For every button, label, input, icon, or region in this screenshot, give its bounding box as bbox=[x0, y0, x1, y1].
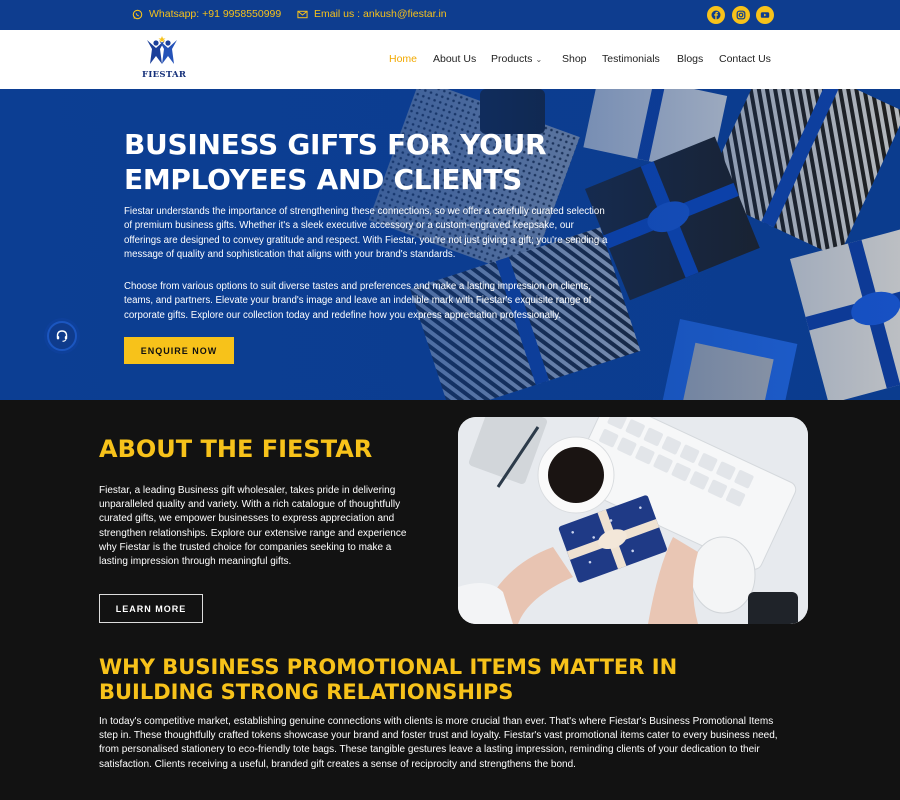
email-text: Email us : ankush@fiestar.in bbox=[314, 8, 447, 20]
top-bar: Whatsapp: +91 9958550999 Email us : anku… bbox=[0, 0, 900, 30]
why-promotional-paragraph: In today's competitive market, establish… bbox=[99, 716, 778, 770]
nav-products[interactable]: Products ⌄ bbox=[491, 53, 542, 65]
learn-more-button[interactable]: LEARN MORE bbox=[99, 594, 203, 623]
instagram-icon[interactable] bbox=[732, 6, 750, 24]
nav-testimonials[interactable]: Testimonials bbox=[602, 53, 660, 65]
about-section: ABOUT THE FIESTAR Fiestar, a leading Bus… bbox=[0, 400, 900, 800]
nav-blogs[interactable]: Blogs bbox=[677, 53, 703, 65]
facebook-icon[interactable] bbox=[707, 6, 725, 24]
mail-icon bbox=[297, 10, 308, 18]
hero-paragraph-2: Choose from various options to suit dive… bbox=[124, 281, 592, 321]
hero-paragraph-1: Fiestar understands the importance of st… bbox=[124, 206, 608, 261]
youtube-icon[interactable] bbox=[756, 6, 774, 24]
nav-shop[interactable]: Shop bbox=[562, 53, 587, 65]
about-title: ABOUT THE FIESTAR bbox=[99, 435, 373, 463]
hero-banner: BUSINESS GIFTS FOR YOUR EMPLOYEES AND CL… bbox=[0, 89, 900, 400]
whatsapp-icon bbox=[132, 9, 143, 19]
email-link[interactable]: Email us : ankush@fiestar.in bbox=[297, 8, 447, 20]
whatsapp-link[interactable]: Whatsapp: +91 9958550999 bbox=[132, 8, 281, 20]
nav-about-us[interactable]: About Us bbox=[433, 53, 476, 65]
chevron-down-icon: ⌄ bbox=[535, 55, 543, 64]
enquire-now-button[interactable]: ENQUIRE NOW bbox=[124, 337, 234, 364]
nav-products-label: Products bbox=[491, 53, 533, 65]
nav-contact-us[interactable]: Contact Us bbox=[719, 53, 771, 65]
main-navigation: FIESTAR Home About Us Products ⌄ Shop Tes… bbox=[0, 30, 900, 89]
whatsapp-text: Whatsapp: +91 9958550999 bbox=[149, 8, 282, 20]
logo-wordmark: FIESTAR bbox=[142, 70, 187, 80]
why-promotional-title: WHY BUSINESS PROMOTIONAL ITEMS MATTER IN… bbox=[99, 655, 678, 704]
about-paragraph: Fiestar, a leading Business gift wholesa… bbox=[99, 485, 407, 568]
support-chat-button[interactable] bbox=[47, 321, 77, 351]
hero-title: BUSINESS GIFTS FOR YOUR EMPLOYEES AND CL… bbox=[124, 128, 547, 196]
headset-icon bbox=[56, 330, 68, 342]
nav-home[interactable]: Home bbox=[389, 53, 417, 65]
about-gift-photo bbox=[458, 417, 808, 624]
